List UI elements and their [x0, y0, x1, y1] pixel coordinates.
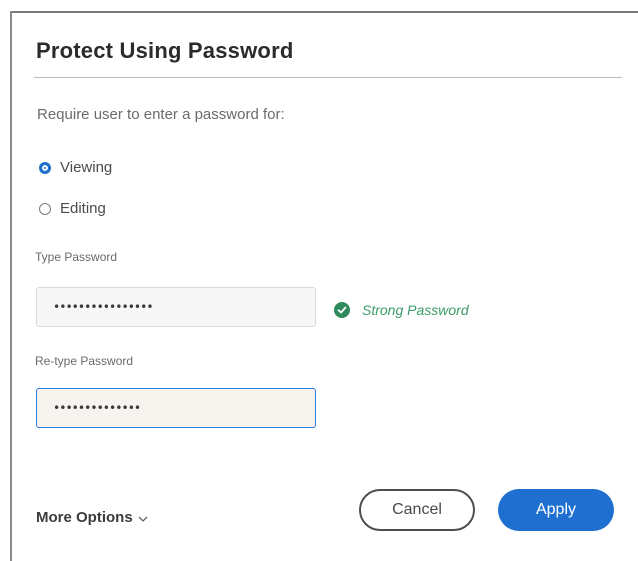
- retype-password-input[interactable]: [36, 388, 316, 428]
- viewing-radio-option[interactable]: Viewing: [39, 159, 112, 176]
- protect-password-dialog: Protect Using Password Require user to e…: [0, 0, 638, 561]
- editing-radio[interactable]: [39, 202, 51, 215]
- viewing-label: Viewing: [60, 159, 113, 176]
- viewing-radio[interactable]: [39, 161, 51, 174]
- dialog-left-border: [10, 11, 12, 561]
- retype-password-label: Re-type Password: [35, 354, 134, 368]
- type-password-input[interactable]: [36, 287, 316, 327]
- editing-label: Editing: [60, 200, 106, 217]
- apply-button[interactable]: Apply: [498, 489, 614, 531]
- check-circle-icon: [334, 302, 350, 318]
- title-divider: [34, 77, 622, 78]
- strength-text: Strong Password: [362, 302, 469, 318]
- dialog-top-border: [10, 11, 638, 13]
- more-options-toggle[interactable]: More Options: [36, 509, 148, 526]
- type-password-label: Type Password: [35, 250, 118, 264]
- chevron-down-icon: [138, 509, 148, 526]
- dialog-title: Protect Using Password: [36, 38, 294, 63]
- editing-radio-option[interactable]: Editing: [39, 200, 106, 217]
- more-options-label: More Options: [36, 509, 133, 526]
- password-strength-indicator: Strong Password: [334, 302, 469, 318]
- cancel-button[interactable]: Cancel: [359, 489, 475, 531]
- instruction-text: Require user to enter a password for:: [37, 106, 285, 123]
